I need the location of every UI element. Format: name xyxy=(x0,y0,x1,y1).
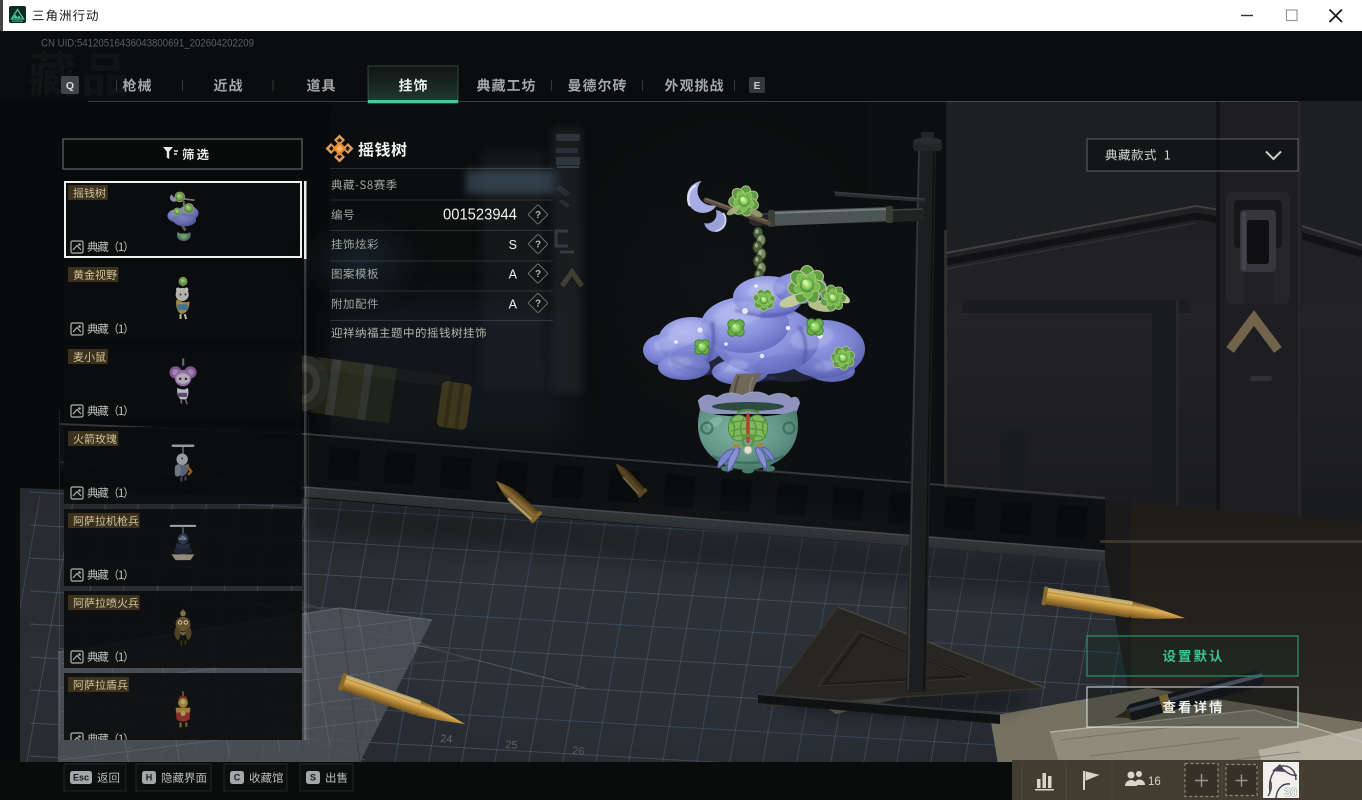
svg-text:?: ? xyxy=(535,210,541,221)
svg-text:CN UID:54120516436043800691_20: CN UID:54120516436043800691_202604202209 xyxy=(41,38,254,50)
svg-text:C: C xyxy=(234,773,241,783)
svg-text:S: S xyxy=(310,773,316,783)
svg-text:30: 30 xyxy=(1284,788,1297,800)
svg-text:Esc: Esc xyxy=(73,773,89,783)
svg-text:E: E xyxy=(754,81,761,92)
svg-text:24: 24 xyxy=(440,733,453,746)
svg-text:001523944: 001523944 xyxy=(443,207,517,224)
svg-text:?: ? xyxy=(535,299,541,310)
svg-text:H: H xyxy=(146,773,153,783)
svg-text:?: ? xyxy=(535,269,541,280)
svg-text:A: A xyxy=(509,268,518,282)
svg-text:Q: Q xyxy=(66,80,74,92)
svg-text:?: ? xyxy=(535,240,541,251)
svg-text:26: 26 xyxy=(572,745,585,758)
svg-text:A: A xyxy=(509,298,518,312)
svg-text:25: 25 xyxy=(505,739,518,752)
svg-text:S: S xyxy=(509,238,517,252)
svg-text:16: 16 xyxy=(1148,776,1161,788)
